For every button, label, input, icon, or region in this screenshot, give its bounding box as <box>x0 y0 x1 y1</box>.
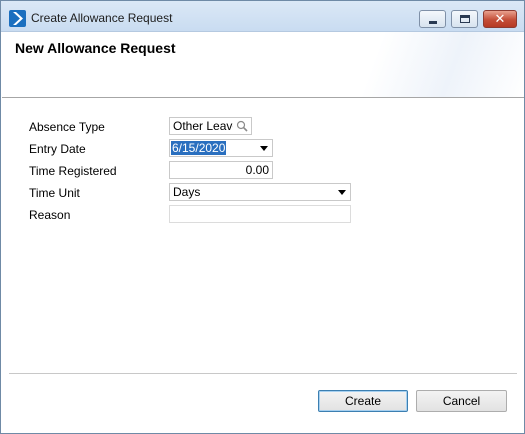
dialog-window: Create Allowance Request ✕ New Allowance… <box>0 0 525 434</box>
time-registered-value: 0.00 <box>245 163 269 177</box>
time-registered-label: Time Registered <box>29 164 117 178</box>
entry-date-field[interactable]: 6/15/2020 <box>169 139 273 157</box>
minimize-icon <box>429 21 437 24</box>
cancel-button[interactable]: Cancel <box>416 390 507 412</box>
reason-field[interactable] <box>169 205 351 223</box>
reason-label: Reason <box>29 208 71 222</box>
entry-date-value: 6/15/2020 <box>171 141 227 155</box>
time-unit-select[interactable]: Days <box>169 183 351 201</box>
maximize-button[interactable] <box>451 10 478 28</box>
title-bar[interactable]: Create Allowance Request ✕ <box>1 1 524 32</box>
close-icon: ✕ <box>494 11 506 26</box>
entry-date-label: Entry Date <box>29 142 86 156</box>
chevron-down-icon[interactable] <box>260 146 268 151</box>
window-title: Create Allowance Request <box>31 11 173 25</box>
absence-type-value: Other Leave <box>173 119 233 133</box>
time-unit-label: Time Unit <box>29 186 80 200</box>
page-title: New Allowance Request <box>15 40 176 56</box>
time-registered-field[interactable]: 0.00 <box>169 161 273 179</box>
absence-type-field[interactable]: Other Leave <box>169 117 252 135</box>
time-unit-value: Days <box>173 185 201 199</box>
dialog-header: New Allowance Request <box>2 32 524 98</box>
maximize-icon <box>460 15 470 23</box>
absence-type-label: Absence Type <box>29 120 105 134</box>
close-button[interactable]: ✕ <box>483 10 517 28</box>
app-logo-icon <box>9 10 26 27</box>
footer-divider <box>9 373 517 374</box>
search-icon[interactable] <box>236 120 248 132</box>
minimize-button[interactable] <box>419 10 446 28</box>
chevron-down-icon[interactable] <box>338 190 346 195</box>
create-button[interactable]: Create <box>318 390 408 412</box>
